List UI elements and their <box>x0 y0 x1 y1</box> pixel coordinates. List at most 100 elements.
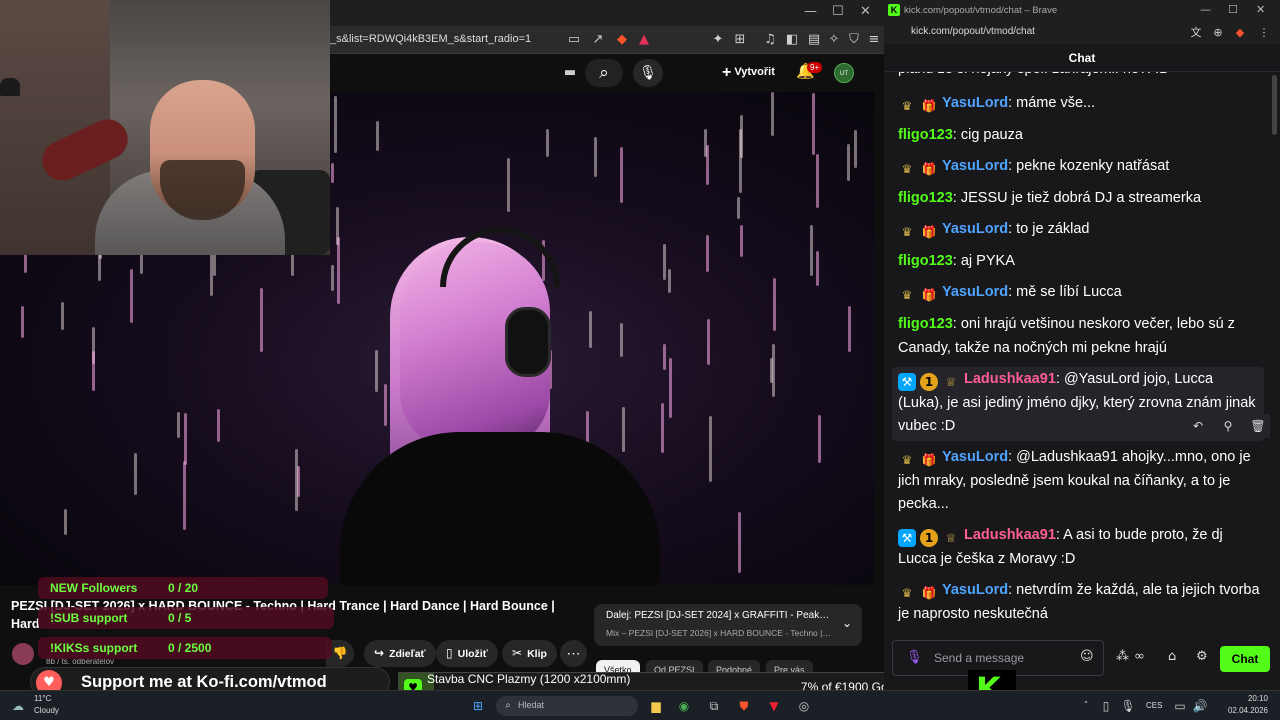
chat-send-button[interactable]: Chat <box>1220 646 1270 672</box>
voice-search-button[interactable]: 🎙 <box>633 59 663 87</box>
gift-badge-icon[interactable]: 🎁 <box>920 223 938 241</box>
share-button[interactable]: ↪ Zdieľať <box>364 640 436 667</box>
chrome-icon[interactable]: ◉ <box>676 698 692 714</box>
channel-avatar[interactable] <box>12 643 34 665</box>
chat-username[interactable]: YasuLord <box>942 158 1008 174</box>
connect-icon[interactable]: ⁂ <box>1116 649 1129 664</box>
gift-badge-icon[interactable]: 🎁 <box>920 584 938 602</box>
chevron-down-icon[interactable]: ⌄ <box>842 616 852 630</box>
crown-badge-icon[interactable]: ♛ <box>898 160 916 178</box>
phone-link-icon[interactable]: ▯ <box>1098 698 1114 714</box>
crown-badge-icon[interactable]: ♛ <box>898 223 916 241</box>
pin-icon[interactable]: ⚲ <box>1218 417 1238 435</box>
windows-start-icon[interactable]: ⊞ <box>470 698 486 714</box>
weather-cloud-icon[interactable]: ☁ <box>10 698 26 714</box>
create-button[interactable]: + Vytvořit <box>722 64 775 82</box>
chat-message[interactable]: ♛ 🎁 YasuLord: máme vše... <box>898 92 1260 116</box>
maximize-icon[interactable]: ☐ <box>1228 3 1238 16</box>
clock-date[interactable]: 02.04.2026 <box>1220 706 1268 715</box>
settings-gear-icon[interactable]: ⚙ <box>1196 649 1208 664</box>
delete-icon[interactable]: 🗑 <box>1248 417 1268 435</box>
chat-scroll-thumb[interactable] <box>1272 75 1277 135</box>
crown-badge-icon[interactable]: ♛ <box>898 451 916 469</box>
chevron-up-icon[interactable]: ˄ <box>1078 698 1094 714</box>
clock-time[interactable]: 20:10 <box>1230 694 1268 703</box>
minimize-icon[interactable]: — <box>1200 3 1211 16</box>
mic-tray-icon[interactable]: 🎙 <box>1120 698 1136 714</box>
maximize-icon[interactable]: ☐ <box>832 4 844 19</box>
brave-icon[interactable]: ⛊ <box>736 698 752 714</box>
crown-badge-icon[interactable]: ♛ <box>898 286 916 304</box>
up-next-card[interactable]: Ďalej: PEZSI [DJ-SET 2024] x GRAFFITI - … <box>594 604 862 646</box>
save-button[interactable]: ▯ Uložiť <box>436 640 498 667</box>
vip-badge-icon[interactable]: ♕ <box>942 529 960 547</box>
chat-message[interactable]: fligo123: aj PYKA <box>898 250 1260 274</box>
crown-badge-icon[interactable]: ♛ <box>898 584 916 602</box>
weather-desc[interactable]: Cloudy <box>34 706 59 715</box>
vpn-icon[interactable]: ⛉ <box>846 32 862 48</box>
close-icon[interactable]: ✕ <box>1256 3 1265 16</box>
chat-username[interactable]: YasuLord <box>942 95 1008 111</box>
gift-badge-icon[interactable]: 🎁 <box>920 160 938 178</box>
chat-message[interactable]: ♛ 🎁 YasuLord: @Ladushkaa91 ahojky...mno, o… <box>898 446 1260 517</box>
gift-badge-icon[interactable]: 🎁 <box>920 97 938 115</box>
og-badge-icon[interactable]: 1 <box>920 373 938 391</box>
chat-message[interactable]: ♛ 🎁 YasuLord: to je základ <box>898 218 1260 242</box>
crown-badge-icon[interactable]: ♛ <box>898 97 916 115</box>
vip-badge-icon[interactable]: ♕ <box>942 373 960 391</box>
app-icon[interactable]: ▼ <box>766 698 782 714</box>
translate-icon[interactable]: ⊞ <box>732 32 748 48</box>
keyboard-icon[interactable]: ▬ <box>562 65 578 81</box>
brave-shield-icon[interactable]: ◆ <box>614 32 630 48</box>
chat-message[interactable]: ⚒ 1 ♕ Ladushkaa91: A asi to bude proto, že … <box>898 524 1260 571</box>
moderator-badge-icon[interactable]: ⚒ <box>898 373 916 391</box>
taskbar-search[interactable]: ⌕ Hledat <box>496 696 638 716</box>
moderator-badge-icon[interactable]: ⚒ <box>898 529 916 547</box>
translate-icon[interactable]: 文 <box>1188 25 1204 41</box>
emoji-icon[interactable]: ☺ <box>1080 649 1094 664</box>
chat-username[interactable]: YasuLord <box>942 284 1008 300</box>
chat-username[interactable]: Ladushkaa91 <box>964 527 1056 543</box>
brave-rewards-icon[interactable]: ▲ <box>636 32 652 48</box>
taskview-icon[interactable]: ⧉ <box>706 698 722 714</box>
chat-message[interactable]: fligo123: cig pauza <box>898 124 1260 148</box>
chat-username[interactable]: fligo123 <box>898 190 953 206</box>
cast-icon[interactable]: ▭ <box>566 32 582 48</box>
chat-username[interactable]: YasuLord <box>942 221 1008 237</box>
og-badge-icon[interactable]: 1 <box>920 529 938 547</box>
chat-message[interactable]: fligo123: JESSU je tiež dobrá DJ a strea… <box>898 187 1260 211</box>
app2-icon[interactable]: ◎ <box>796 698 812 714</box>
gift-badge-icon[interactable]: 🎁 <box>920 286 938 304</box>
share-page-icon[interactable]: ↗ <box>590 32 606 48</box>
weather-temp[interactable]: 11°C <box>34 694 51 703</box>
wallet-icon[interactable]: ▤ <box>806 32 822 48</box>
minimize-icon[interactable]: — <box>804 4 817 19</box>
media-icon[interactable]: ♫ <box>762 32 778 48</box>
kick-address-bar[interactable]: kick.com/popout/vtmod/chat 文 ⊕ ◆ ⋮ <box>884 22 1280 44</box>
chat-username[interactable]: fligo123 <box>898 127 953 143</box>
youtube-url[interactable]: _s&list=RDWQi4kB3EM_s&start_radio=1 <box>330 33 531 45</box>
extensions-icon[interactable]: ✦ <box>710 32 726 48</box>
clip-button[interactable]: ✂ Klip <box>502 640 557 667</box>
reply-icon[interactable]: ↶ <box>1188 417 1208 435</box>
zoom-icon[interactable]: ⊕ <box>1210 25 1226 41</box>
close-icon[interactable]: ✕ <box>860 4 871 19</box>
chat-username[interactable]: YasuLord <box>942 449 1008 465</box>
infinity-icon[interactable]: ∞ <box>1134 649 1145 664</box>
store-icon[interactable]: ⌂ <box>1168 649 1176 664</box>
chat-message[interactable]: ♛ 🎁 YasuLord: netvrdím že každá, ale ta je… <box>898 579 1260 626</box>
network-icon[interactable]: ▭ <box>1172 698 1188 714</box>
gift-badge-icon[interactable]: 🎁 <box>920 451 938 469</box>
menu-icon[interactable]: ⋮ <box>1256 25 1272 41</box>
chat-username[interactable]: fligo123 <box>898 316 953 332</box>
chat-message[interactable]: ♛ 🎁 YasuLord: mě se líbí Lucca <box>898 281 1260 305</box>
chat-message-list[interactable]: plánu že si nějaký spoi. zahrajemi. ne?.… <box>884 72 1274 632</box>
leo-icon[interactable]: ✧ <box>826 32 842 48</box>
more-button[interactable]: ⋯ <box>560 640 587 667</box>
menu-icon[interactable]: ≡ <box>866 32 882 48</box>
chat-message[interactable]: ♛ 🎁 YasuLord: pekne kozenky natřásat <box>898 155 1260 179</box>
language-indicator[interactable]: CES <box>1146 701 1162 710</box>
volume-icon[interactable]: 🔊 <box>1192 698 1208 714</box>
mic-icon[interactable]: 🎙 <box>906 650 923 665</box>
chat-username[interactable]: YasuLord <box>942 582 1008 598</box>
